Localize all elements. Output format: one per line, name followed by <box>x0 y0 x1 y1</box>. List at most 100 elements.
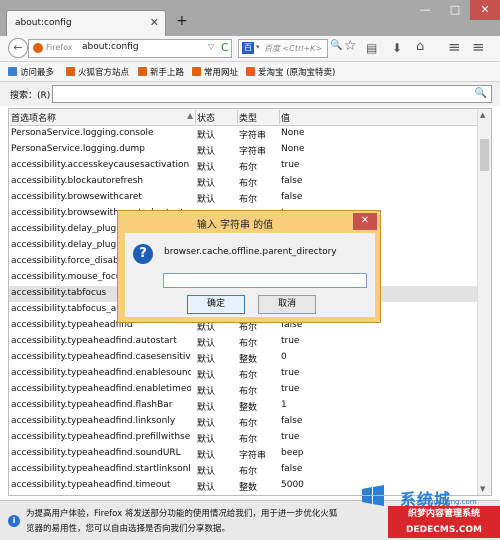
maximize-button[interactable]: □ <box>440 0 470 20</box>
search-bar[interactable]: 百 ▾ 百度 <Ctrl+K> <box>238 39 328 58</box>
search-engine-dropdown-icon[interactable]: ▾ <box>256 43 260 51</box>
column-separator[interactable] <box>237 110 238 124</box>
pref-name-cell: accessibility.typeaheadfind.flashBar <box>11 400 173 410</box>
pref-name-cell: PersonaService.logging.console <box>11 128 154 138</box>
table-row[interactable]: PersonaService.logging.dump 默认 字符串 None <box>9 142 479 158</box>
tab-about-config[interactable]: about:config ✕ <box>6 10 166 36</box>
url-dropdown-icon[interactable]: ▽ <box>208 42 214 51</box>
pref-name-cell: accessibility.typeaheadfind.timeout <box>11 480 171 490</box>
bookmark-star-icon[interactable]: ☆ <box>344 38 357 54</box>
back-button[interactable]: ← <box>8 38 28 58</box>
pref-name-cell: accessibility.blockautorefresh <box>11 176 144 186</box>
notification-text-line1: 为提高用户体验，Firefox 将发送部分功能的使用情况给我们，用于进一步优化火… <box>26 509 338 519</box>
bookmark-common-urls[interactable]: 常用网址 <box>192 66 238 78</box>
table-row[interactable]: accessibility.typeaheadfind.soundURL 默认 字符… <box>9 446 479 462</box>
url-bar[interactable]: Firefox about:config ▽ C <box>28 39 232 58</box>
pref-value-cell: None <box>281 128 305 138</box>
filter-label: 搜索：(R) <box>10 91 51 101</box>
search-engine-icon[interactable]: 百 <box>242 42 254 54</box>
scroll-thumb[interactable] <box>480 139 489 171</box>
search-input[interactable]: 百度 <Ctrl+K> <box>264 43 322 54</box>
tab-title: about:config <box>15 18 72 28</box>
new-tab-button[interactable]: + <box>176 13 188 29</box>
pref-type-cell: 整数 <box>239 355 258 365</box>
pref-status-cell: 默认 <box>197 179 216 189</box>
pref-name-cell: accessibility.typeaheadfind.linksonly <box>11 416 176 426</box>
pref-status-cell: 默认 <box>197 355 216 365</box>
firefox-icon <box>33 43 43 53</box>
table-row[interactable]: PersonaService.logging.console 默认 字符串 None <box>9 126 479 142</box>
column-separator[interactable] <box>279 110 280 124</box>
table-row[interactable]: accessibility.typeaheadfind.autostart 默认 布… <box>9 334 479 350</box>
pref-value-cell: true <box>281 432 300 442</box>
pref-status-cell: 默认 <box>197 163 216 173</box>
table-row[interactable]: accessibility.typeaheadfind.prefillwiths… <box>9 430 479 446</box>
hamburger-menu-icon[interactable]: ≡ <box>472 38 485 56</box>
pref-status-cell: 默认 <box>197 195 216 205</box>
pref-name-cell: accessibility.typeaheadfind.startlinkson… <box>11 464 191 474</box>
bookmark-most-visited[interactable]: 访问最多 <box>8 66 54 78</box>
column-header-name[interactable]: 首选项名称 <box>11 111 56 124</box>
dialog-prompt: browser.cache.offline.parent_directory <box>164 247 337 257</box>
pref-type-cell: 布尔 <box>239 163 258 173</box>
search-go-icon[interactable]: 🔍 <box>330 40 342 51</box>
bookmark-taobao[interactable]: 爱淘宝 (原淘宝特卖) <box>246 66 335 78</box>
table-row[interactable]: accessibility.typeaheadfind.linksonly 默认 布… <box>9 414 479 430</box>
scroll-up-icon[interactable]: ▲ <box>480 111 485 119</box>
tab-close-icon[interactable]: ✕ <box>150 16 159 29</box>
table-row[interactable]: accessibility.accesskeycausesactivation 默… <box>9 158 479 174</box>
table-row[interactable]: accessibility.typeaheadfind.enabletimeou… <box>9 382 479 398</box>
column-header-type[interactable]: 类型 <box>239 111 257 124</box>
pref-value-cell: true <box>281 384 300 394</box>
column-separator[interactable] <box>195 110 196 124</box>
url-text[interactable]: about:config <box>82 42 139 52</box>
pref-name-cell: accessibility.typeaheadfind.prefillwiths… <box>11 432 191 442</box>
identity-label[interactable]: Firefox <box>46 43 72 52</box>
pref-status-cell: 默认 <box>197 147 216 157</box>
watermark-red-banner: 织梦内容管理系统 <box>388 506 500 522</box>
minimize-button[interactable]: — <box>410 0 440 20</box>
bookmark-folder-icon <box>66 67 75 76</box>
filter-input[interactable]: 🔍 <box>52 85 492 103</box>
column-header-status[interactable]: 状态 <box>197 111 215 124</box>
table-row[interactable]: accessibility.browsewithcaret 默认 布尔 false <box>9 190 479 206</box>
pref-status-cell: 默认 <box>197 419 216 429</box>
dialog-close-button[interactable]: ✕ <box>353 213 377 230</box>
pref-status-cell: 默认 <box>197 339 216 349</box>
pref-type-cell: 布尔 <box>239 179 258 189</box>
table-row[interactable]: accessibility.blockautorefresh 默认 布尔 false <box>9 174 479 190</box>
menu-icon[interactable]: ≡ <box>448 38 461 56</box>
dialog-body: ? browser.cache.offline.parent_directory… <box>125 233 375 317</box>
reload-icon[interactable]: C <box>221 41 229 54</box>
bookmark-getting-started[interactable]: 新手上路 <box>138 66 184 78</box>
question-icon: ? <box>133 244 153 264</box>
ok-button[interactable]: 确定 <box>187 295 245 314</box>
taobao-icon <box>246 67 255 76</box>
table-row[interactable]: accessibility.typeaheadfind.enablesound 默… <box>9 366 479 382</box>
pref-name-cell: accessibility.typeaheadfind.enabletimeou… <box>11 384 191 394</box>
scroll-down-icon[interactable]: ▼ <box>480 485 485 493</box>
home-icon[interactable]: ⌂ <box>416 39 424 54</box>
table-row[interactable]: accessibility.typeaheadfind.startlinkson… <box>9 462 479 478</box>
info-icon: i <box>8 515 20 527</box>
reader-view-icon[interactable]: ▤ <box>366 41 377 55</box>
column-header-value[interactable]: 值 <box>281 111 290 124</box>
table-row[interactable]: accessibility.typeaheadfind.flashBar 默认 整数… <box>9 398 479 414</box>
pref-name-cell: accessibility.browsewithcaret <box>11 192 142 202</box>
pref-status-cell: 默认 <box>197 371 216 381</box>
download-icon[interactable]: ⬇ <box>392 41 402 55</box>
table-row[interactable]: accessibility.typeaheadfind.casesensitiv… <box>9 350 479 366</box>
dialog-value-input[interactable] <box>163 273 367 288</box>
vertical-scrollbar[interactable]: ▲ ▼ <box>477 109 491 495</box>
bookmarks-toolbar: 访问最多 火狐官方站点 新手上路 常用网址 爱淘宝 (原淘宝特卖) <box>0 62 500 82</box>
bookmark-label: 访问最多 <box>20 68 55 78</box>
pref-name-cell: accessibility.typeaheadfind.soundURL <box>11 448 181 458</box>
window-close-button[interactable]: ✕ <box>470 0 500 20</box>
bookmark-firefox-site[interactable]: 火狐官方站点 <box>66 66 129 78</box>
pref-type-cell: 整数 <box>239 483 258 493</box>
cancel-button[interactable]: 取消 <box>258 295 316 314</box>
pref-type-cell: 布尔 <box>239 195 258 205</box>
table-header: 首选项名称 ▲ 状态 类型 值 <box>9 109 479 126</box>
notification-text-line2: 览器的易用性，您可以自由选择是否向我们分享数据。 <box>26 524 231 534</box>
window-titlebar: about:config ✕ + — □ ✕ <box>0 0 500 36</box>
